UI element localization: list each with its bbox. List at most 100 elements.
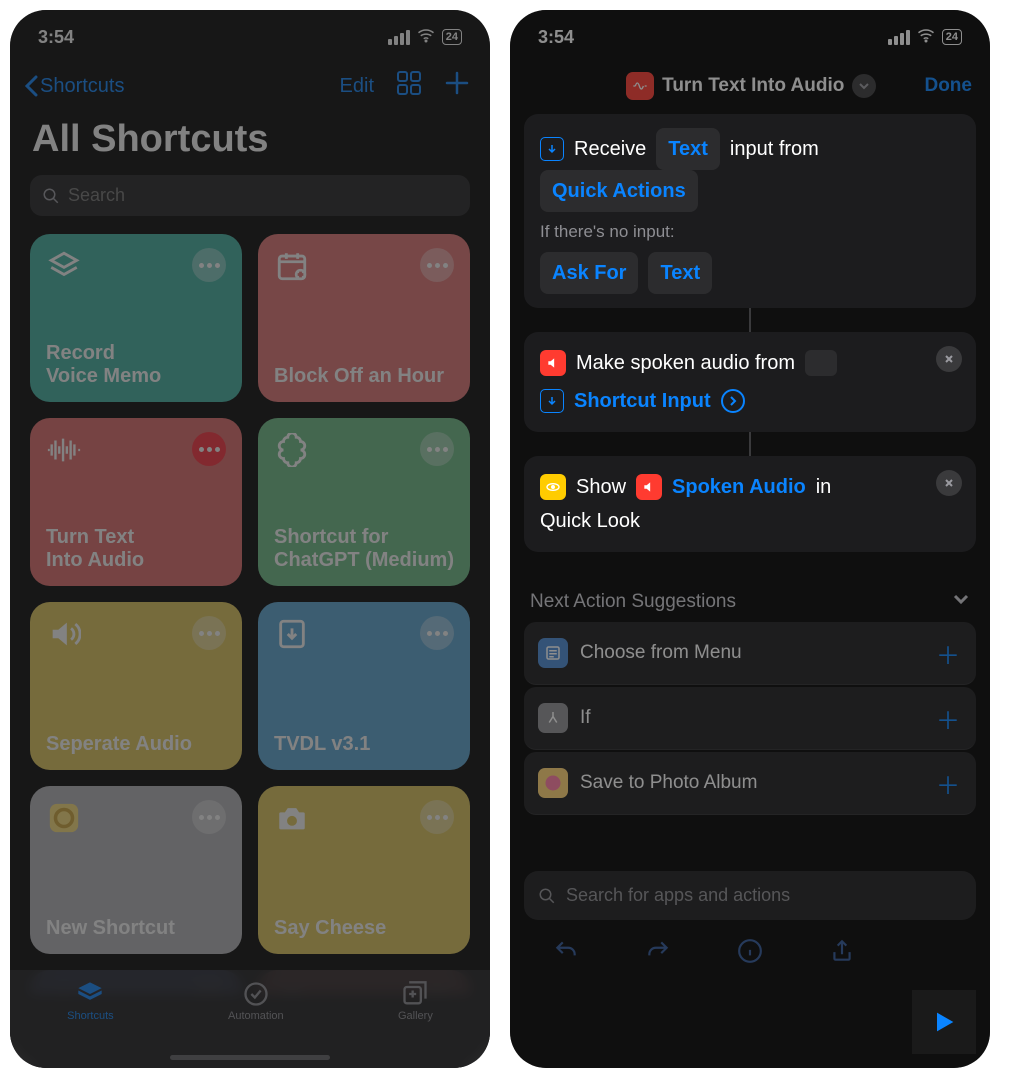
suggestions-title: Next Action Suggestions (530, 591, 736, 613)
shortcuts-library-screen: 3:54 24 Shortcuts Edit All Shortcuts (10, 10, 490, 1068)
card-icon (274, 248, 310, 284)
delete-action-icon[interactable] (936, 346, 962, 372)
done-button[interactable]: Done (924, 75, 972, 97)
card-title: RecordVoice Memo (46, 342, 226, 388)
card-title: Shortcut for ChatGPT (Medium) (274, 526, 454, 572)
action-quick-look[interactable]: Show Spoken Audio in Quick Look (524, 456, 976, 552)
shortcuts-grid: RecordVoice Memo Block Off an Hour Turn … (10, 234, 490, 994)
spoken-audio-variable[interactable]: Spoken Audio (672, 470, 806, 504)
shortcut-card[interactable]: Shortcut for ChatGPT (Medium) (258, 418, 470, 586)
gallery-icon (401, 980, 429, 1008)
shortcut-card[interactable]: Block Off an Hour (258, 234, 470, 402)
clock: 3:54 (38, 27, 74, 48)
card-icon (46, 248, 82, 284)
suggestion-row[interactable]: Choose from Menu ＋ (524, 622, 976, 685)
card-icon (274, 616, 310, 652)
page-title: All Shortcuts (10, 108, 490, 175)
nav-bar: Shortcuts Edit (10, 64, 490, 108)
layers-icon (76, 980, 104, 1008)
card-more-icon[interactable] (192, 432, 226, 466)
suggestion-icon (538, 638, 568, 668)
status-bar: 3:54 24 (10, 10, 490, 64)
back-button[interactable]: Shortcuts (24, 75, 124, 98)
card-more-icon[interactable] (192, 248, 226, 282)
action-make-spoken-audio[interactable]: Make spoken audio from Shortcut Input (524, 332, 976, 432)
delete-action-icon[interactable] (936, 470, 962, 496)
disclosure-icon[interactable] (721, 389, 745, 413)
add-suggestion-icon[interactable]: ＋ (936, 766, 960, 801)
card-title: Block Off an Hour (274, 365, 454, 388)
back-label: Shortcuts (40, 75, 124, 98)
shortcut-card[interactable]: TVDL v3.1 (258, 602, 470, 770)
card-title: TVDL v3.1 (274, 733, 454, 756)
shortcut-card[interactable]: Say Cheese (258, 786, 470, 954)
card-more-icon[interactable] (420, 248, 454, 282)
card-more-icon[interactable] (420, 616, 454, 650)
home-indicator (170, 1055, 330, 1060)
add-suggestion-icon[interactable]: ＋ (936, 701, 960, 736)
info-icon[interactable] (735, 938, 765, 969)
status-bar: 3:54 24 (510, 10, 990, 64)
variable-placeholder[interactable] (805, 350, 837, 376)
editor-toolbar: . (510, 920, 990, 969)
search-input[interactable] (68, 185, 458, 206)
clock-check-icon (242, 980, 270, 1008)
cellular-icon (388, 30, 410, 45)
plus-icon[interactable] (444, 70, 470, 102)
shortcut-input-variable[interactable]: Shortcut Input (574, 384, 711, 418)
grid-icon[interactable] (396, 70, 422, 102)
suggestion-label: Choose from Menu (580, 642, 742, 664)
edit-button[interactable]: Edit (340, 75, 374, 98)
shortcut-card[interactable]: New Shortcut (30, 786, 242, 954)
suggestion-row[interactable]: Save to Photo Album ＋ (524, 752, 976, 815)
battery-icon: 24 (442, 29, 462, 45)
undo-icon[interactable] (551, 938, 581, 969)
card-title: Seperate Audio (46, 733, 226, 756)
search-icon (538, 887, 556, 905)
card-icon (274, 432, 310, 468)
action-receive-input[interactable]: Receive Text input from Quick Actions If… (524, 114, 976, 308)
no-input-label: If there's no input: (540, 222, 960, 242)
tab-shortcuts[interactable]: Shortcuts (67, 980, 113, 1022)
card-title: New Shortcut (46, 917, 226, 940)
card-more-icon[interactable] (192, 616, 226, 650)
cellular-icon (888, 30, 910, 45)
suggestion-row[interactable]: If ＋ (524, 687, 976, 750)
card-more-icon[interactable] (420, 432, 454, 466)
shortcut-icon (626, 72, 654, 100)
card-more-icon[interactable] (420, 800, 454, 834)
chevron-down-icon[interactable] (852, 74, 876, 98)
card-title: Turn TextInto Audio (46, 526, 226, 572)
ask-for-token[interactable]: Ask For (540, 252, 638, 294)
suggestion-label: If (580, 707, 591, 729)
search-bar[interactable] (30, 175, 470, 216)
redo-icon[interactable] (643, 938, 673, 969)
run-button[interactable] (912, 990, 976, 1054)
share-icon[interactable] (827, 938, 857, 969)
quick-actions-token[interactable]: Quick Actions (540, 170, 698, 212)
input-icon (540, 389, 564, 413)
shortcut-card[interactable]: RecordVoice Memo (30, 234, 242, 402)
shortcut-card[interactable]: Seperate Audio (30, 602, 242, 770)
shortcut-card[interactable]: Turn TextInto Audio (30, 418, 242, 586)
suggestion-label: Save to Photo Album (580, 772, 757, 794)
text-type-token[interactable]: Text (656, 128, 720, 170)
shortcut-title[interactable]: Turn Text Into Audio (662, 75, 844, 97)
input-icon (540, 137, 564, 161)
eye-icon (540, 474, 566, 500)
tab-gallery[interactable]: Gallery (398, 980, 433, 1022)
editor-nav: Turn Text Into Audio Done (510, 64, 990, 114)
action-search-bar[interactable]: Search for apps and actions (524, 871, 976, 920)
text-param-token[interactable]: Text (648, 252, 712, 294)
speaker-icon (540, 350, 566, 376)
chevron-down-icon[interactable] (952, 590, 970, 614)
battery-icon: 24 (942, 29, 962, 45)
add-suggestion-icon[interactable]: ＋ (936, 636, 960, 671)
search-icon (42, 187, 60, 205)
card-icon (46, 616, 82, 652)
suggestion-icon (538, 768, 568, 798)
tab-automation[interactable]: Automation (228, 980, 284, 1022)
card-more-icon[interactable] (192, 800, 226, 834)
card-icon (46, 800, 82, 836)
wifi-icon (416, 26, 436, 49)
